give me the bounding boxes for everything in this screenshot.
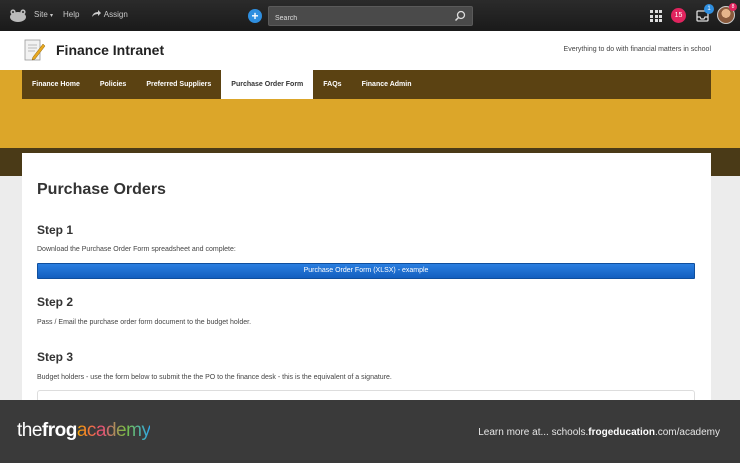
- nav-item-finance-admin[interactable]: Finance Admin: [352, 70, 422, 99]
- add-button[interactable]: +: [248, 9, 262, 23]
- nav-item-policies[interactable]: Policies: [90, 70, 136, 99]
- inbox-badge: 1: [704, 4, 714, 14]
- assign-link[interactable]: Assign: [91, 10, 128, 19]
- nav-item-faqs[interactable]: FAQs: [313, 70, 351, 99]
- search-icon[interactable]: [454, 10, 466, 22]
- share-arrow-icon: [92, 10, 101, 17]
- assign-label: Assign: [103, 10, 128, 19]
- frog-logo-icon[interactable]: [9, 9, 27, 22]
- main-nav: Finance Home Policies Preferred Supplier…: [22, 70, 711, 99]
- site-title[interactable]: Finance Intranet: [56, 42, 164, 58]
- step-1-title: Step 1: [37, 223, 74, 237]
- step-3-title: Step 3: [37, 350, 74, 364]
- chevron-down-icon: ▾: [50, 13, 54, 19]
- search-bar: [268, 6, 473, 28]
- nav-item-finance-home[interactable]: Finance Home: [22, 70, 90, 99]
- page-title: Purchase Orders: [37, 181, 166, 198]
- top-bar: Site ▾ Help Assign + 15 1 8: [0, 0, 740, 31]
- step-2-text: Pass / Email the purchase order form doc…: [37, 319, 252, 326]
- content-card: Purchase Orders Step 1 Download the Purc…: [22, 153, 711, 413]
- frog-academy-logo: thefrogacademy: [17, 420, 151, 441]
- site-menu[interactable]: Site ▾: [34, 10, 53, 19]
- nav-item-preferred-suppliers[interactable]: Preferred Suppliers: [136, 70, 221, 99]
- step-1-text: Download the Purchase Order Form spreads…: [37, 246, 236, 253]
- site-header: Finance Intranet Everything to do with f…: [0, 31, 740, 70]
- nav-item-purchase-order-form[interactable]: Purchase Order Form: [221, 70, 314, 99]
- document-pencil-icon: [24, 39, 46, 61]
- site-tagline: Everything to do with financial matters …: [563, 46, 711, 53]
- download-po-form-button[interactable]: Purchase Order Form (XLSX) - example: [37, 263, 695, 279]
- apps-grid-icon[interactable]: [650, 10, 662, 22]
- notifications-badge[interactable]: 15: [671, 8, 686, 23]
- step-2-title: Step 2: [37, 295, 74, 309]
- step-3-text: Budget holders - use the form below to s…: [37, 374, 392, 381]
- footer-banner: thefrogacademy Learn more at... schools.…: [0, 400, 740, 463]
- avatar-badge: 8: [729, 3, 737, 11]
- help-link[interactable]: Help: [63, 10, 79, 19]
- site-menu-label: Site: [34, 10, 48, 19]
- search-input[interactable]: [269, 9, 439, 28]
- learn-more-text: Learn more at... schools.frogeducation.c…: [478, 427, 720, 438]
